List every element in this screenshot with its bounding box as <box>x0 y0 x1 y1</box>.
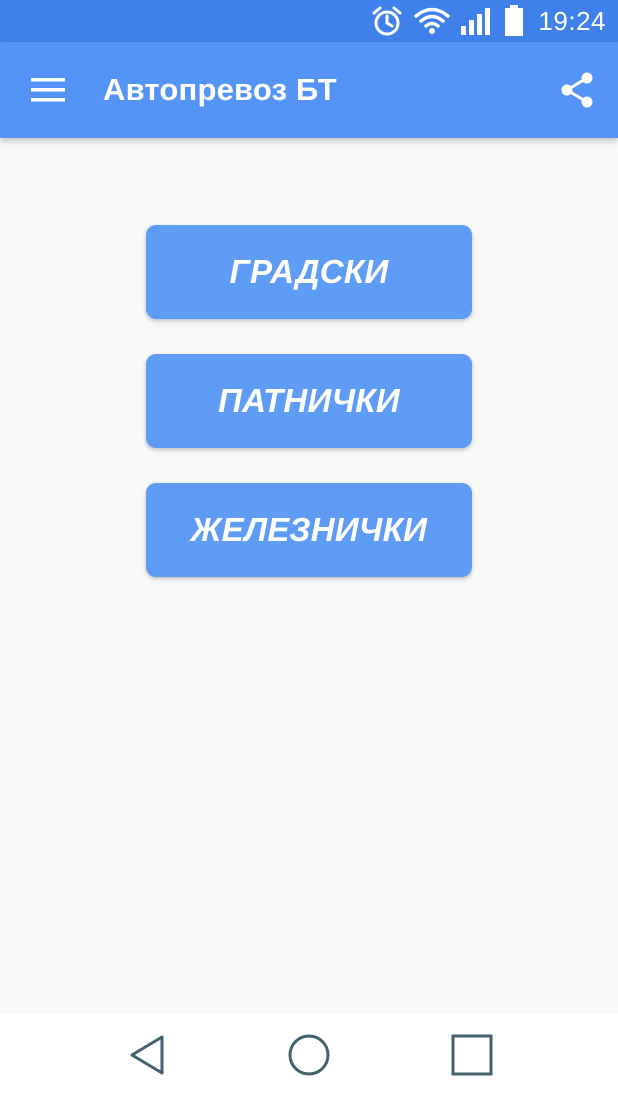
patnichki-button-label: ПАТНИЧКИ <box>218 382 400 419</box>
back-button[interactable] <box>122 1034 172 1080</box>
patnichki-button[interactable]: ПАТНИЧКИ <box>146 354 472 448</box>
recent-apps-icon <box>451 1034 493 1081</box>
zheleznichki-button[interactable]: ЖЕЛЕЗНИЧКИ <box>146 483 472 577</box>
home-button[interactable] <box>284 1034 334 1080</box>
wifi-icon <box>414 6 451 36</box>
screen: 19:24 Автопревоз БТ ГРАДСКИ ПАТНИЧКИ ЖЕЛ… <box>0 0 618 1099</box>
zheleznichki-button-label: ЖЕЛЕЗНИЧКИ <box>190 511 428 548</box>
hamburger-menu-icon <box>31 77 65 107</box>
battery-icon <box>504 5 524 37</box>
home-icon <box>287 1033 331 1082</box>
recent-apps-button[interactable] <box>447 1034 497 1080</box>
status-icons: 19:24 <box>370 0 606 42</box>
gradski-button-label: ГРАДСКИ <box>229 253 389 290</box>
status-time: 19:24 <box>538 5 606 36</box>
back-icon <box>126 1033 168 1082</box>
menu-button[interactable] <box>22 66 74 118</box>
status-bar: 19:24 <box>0 0 618 42</box>
app-title: Автопревоз БТ <box>103 72 337 107</box>
share-button[interactable] <box>550 66 604 118</box>
gradski-button[interactable]: ГРАДСКИ <box>146 225 472 319</box>
share-icon <box>560 72 594 113</box>
navigation-bar <box>0 1014 618 1099</box>
app-bar: Автопревоз БТ <box>0 42 618 138</box>
alarm-icon <box>370 4 404 38</box>
signal-icon <box>460 6 494 36</box>
